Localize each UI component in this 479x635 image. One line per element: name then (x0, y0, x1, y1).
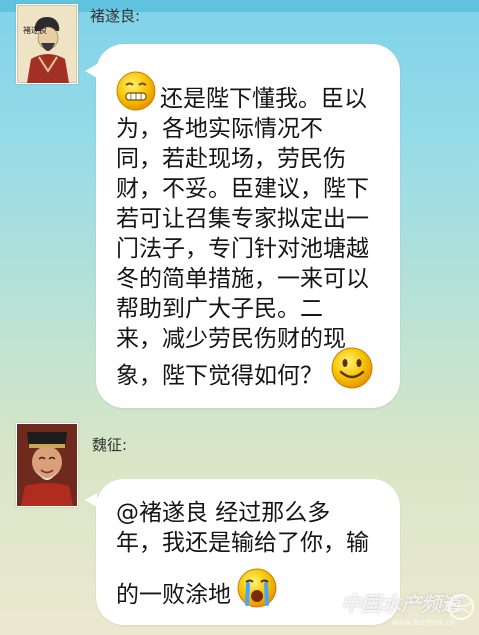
avatar[interactable] (16, 423, 78, 507)
watermark-subtitle: www.fishfirst.cn (391, 618, 455, 627)
smile-emoji-icon (330, 346, 374, 394)
watermark-title: 中国水产频道 (341, 592, 461, 616)
message-text: 为，各地实际情况不 同，若赴现场，劳民伤 财，不妥。臣建议，陛下 若可让召集专家… (116, 116, 369, 352)
avatar-caption: 褚遂良 (23, 25, 47, 35)
message-text: 的一败涂地 (116, 582, 231, 608)
message-text: 还是陛下懂我。臣以 (160, 86, 367, 112)
crying-emoji-icon (236, 566, 278, 614)
sender-name: 魏征: (92, 436, 128, 454)
avatar[interactable]: 褚遂良 (16, 4, 78, 84)
ball-logo-icon (447, 593, 475, 625)
sender-name: 褚遂良: (90, 7, 141, 25)
portrait-chu-suiliang-icon: 褚遂良 (17, 5, 77, 83)
portrait-wei-zheng-icon (17, 424, 77, 506)
message-text: 象，陛下觉得如何？ (116, 363, 323, 389)
message-text: @褚遂良 经过那么多 年，我还是输给了你，输 (116, 500, 369, 556)
grin-emoji-icon (115, 70, 157, 116)
